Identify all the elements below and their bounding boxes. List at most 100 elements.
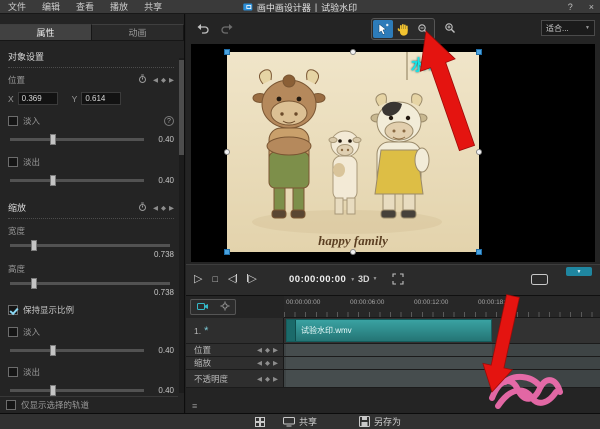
selection-handle-bottom-left[interactable] [224,249,230,255]
3d-button[interactable]: 3D ▼ [358,274,377,284]
scale-fade-out-slider-row: 0.40 [8,386,174,395]
opacity-keyframe-lane[interactable] [284,370,600,387]
bottom-bar: 共享 另存为 [0,413,600,429]
position-x-input[interactable] [18,92,58,105]
timecode-display[interactable]: 00:00:00:00 ▼ [289,274,356,285]
fit-dropdown[interactable]: 适合... ▼ [541,20,595,36]
panel-scrollbar[interactable] [179,58,184,393]
keyframe-next-icon[interactable]: ▶ [169,76,174,84]
menu-edit[interactable]: 编辑 [34,0,68,14]
stop-button[interactable]: □ [212,274,217,284]
preview-canvas[interactable]: 水印 happy family [191,44,595,262]
keyframe-add-icon[interactable]: ◆ [265,359,270,367]
keyframe-row-position: 位置 ◀ ◆ ▶ [186,344,600,357]
next-frame-button[interactable]: ▷ [247,272,256,285]
fade-out-slider[interactable] [10,179,144,182]
keyframe-next-icon[interactable]: ▶ [273,346,278,354]
tab-animation[interactable]: 动画 [92,24,184,40]
cartoon-cow-family-image [227,52,479,252]
keyframe-add-icon[interactable]: ◆ [161,204,166,212]
timeline-menu-icon[interactable]: ≡ [192,401,197,411]
timeline-ruler[interactable]: 00:00:00:00 00:00:06:00 00:00:12:00 00:0… [284,296,600,318]
keyframe-add-icon[interactable]: ◆ [265,375,270,383]
selection-handle-bottom-right[interactable] [476,249,482,255]
fade-in-checkbox[interactable] [8,116,18,126]
fade-out-checkbox[interactable] [8,157,18,167]
hand-tool-button[interactable] [393,20,413,38]
stopwatch-icon[interactable] [138,202,147,214]
play-button[interactable]: ▷ [194,272,202,285]
timeline-toolbar [190,299,236,315]
keyframe-prev-icon[interactable]: ◀ [257,359,262,367]
track-star-icon: * [204,325,208,337]
scale-fade-out-slider[interactable] [10,389,144,392]
track-header-1[interactable]: 1. * [186,318,284,343]
height-slider[interactable] [10,282,170,285]
camera-icon[interactable] [197,301,209,313]
fade-in-slider-row: 0.40 [8,135,174,144]
collapse-preview-button[interactable]: ▼ [566,267,592,276]
scale-fade-in-slider[interactable] [10,349,144,352]
gallery-button[interactable] [246,414,274,429]
keyframe-add-icon[interactable]: ◆ [161,76,166,84]
clip-试验水印[interactable]: 试验水印.wmv [286,319,492,342]
redo-icon[interactable] [220,23,234,37]
selection-handle-bottom[interactable] [350,249,356,255]
keyframe-prev-icon[interactable]: ◀ [153,76,158,84]
selection-handle-top-right[interactable] [476,49,482,55]
width-slider[interactable] [10,244,170,247]
keyframe-prev-icon[interactable]: ◀ [257,346,262,354]
keyframe-next-icon[interactable]: ▶ [273,375,278,383]
clip-lane[interactable]: 试验水印.wmv [284,318,600,343]
menu-play[interactable]: 播放 [102,0,136,14]
preview-image[interactable]: 水印 happy family [227,52,479,252]
position-y-input[interactable] [81,92,121,105]
keyframe-prev-icon[interactable]: ◀ [153,204,158,212]
show-selected-track-checkbox[interactable] [6,400,16,410]
keyframe-add-icon[interactable]: ◆ [265,346,270,354]
keyframe-next-icon[interactable]: ▶ [273,359,278,367]
position-keyframe-lane[interactable] [284,344,600,356]
selection-handle-left[interactable] [224,149,230,155]
selection-handle-top-left[interactable] [224,49,230,55]
zoom-in-tool-button[interactable] [440,19,460,37]
fade-in-slider[interactable] [10,138,144,141]
chevron-down-icon: ▼ [350,277,355,283]
help-icon[interactable]: ? [164,116,174,126]
track-row-clip: 试验水印.wmv 1. * [186,318,600,344]
undo-icon[interactable] [196,23,210,37]
menu-share[interactable]: 共享 [136,0,170,14]
interval-button[interactable] [531,274,548,287]
selection-handle-top[interactable] [350,49,356,55]
menu-file[interactable]: 文件 [0,0,34,14]
help-button[interactable]: ? [568,2,573,12]
keep-ratio-row: 保持显示比例 [8,304,174,316]
fade-in-row: 淡入 ? [8,115,174,127]
stopwatch-icon[interactable] [138,74,147,86]
zoom-out-tool-button[interactable] [413,20,433,38]
select-tool-button[interactable] [373,20,393,38]
menu-view[interactable]: 查看 [68,0,102,14]
scale-row-header: 缩放 ◀ ◆ ▶ [186,357,284,369]
gear-icon[interactable] [220,301,230,313]
keyframe-next-icon[interactable]: ▶ [169,204,174,212]
close-button[interactable]: × [589,2,594,12]
prev-frame-button[interactable]: ◁ [228,272,237,285]
tab-properties[interactable]: 属性 [0,24,92,40]
panel-tabs: 属性 动画 [0,24,184,41]
height-value: 0.738 [148,288,174,297]
chevron-down-icon: ▼ [585,25,590,31]
keep-ratio-checkbox[interactable] [8,305,18,315]
selection-handle-right[interactable] [476,149,482,155]
show-selected-track-row: 仅显示选择的轨道 [0,396,178,413]
app-icon [243,2,253,12]
scale-fade-in-checkbox[interactable] [8,327,18,337]
save-as-button[interactable]: 另存为 [350,414,410,429]
scale-fade-out-row: 淡出 [8,366,174,378]
scale-keyframe-lane[interactable] [284,357,600,369]
scale-fade-out-checkbox[interactable] [8,367,18,377]
keyframe-prev-icon[interactable]: ◀ [257,375,262,383]
save-icon [359,416,370,427]
share-button[interactable]: 共享 [274,414,326,429]
fullscreen-button[interactable] [392,273,404,287]
